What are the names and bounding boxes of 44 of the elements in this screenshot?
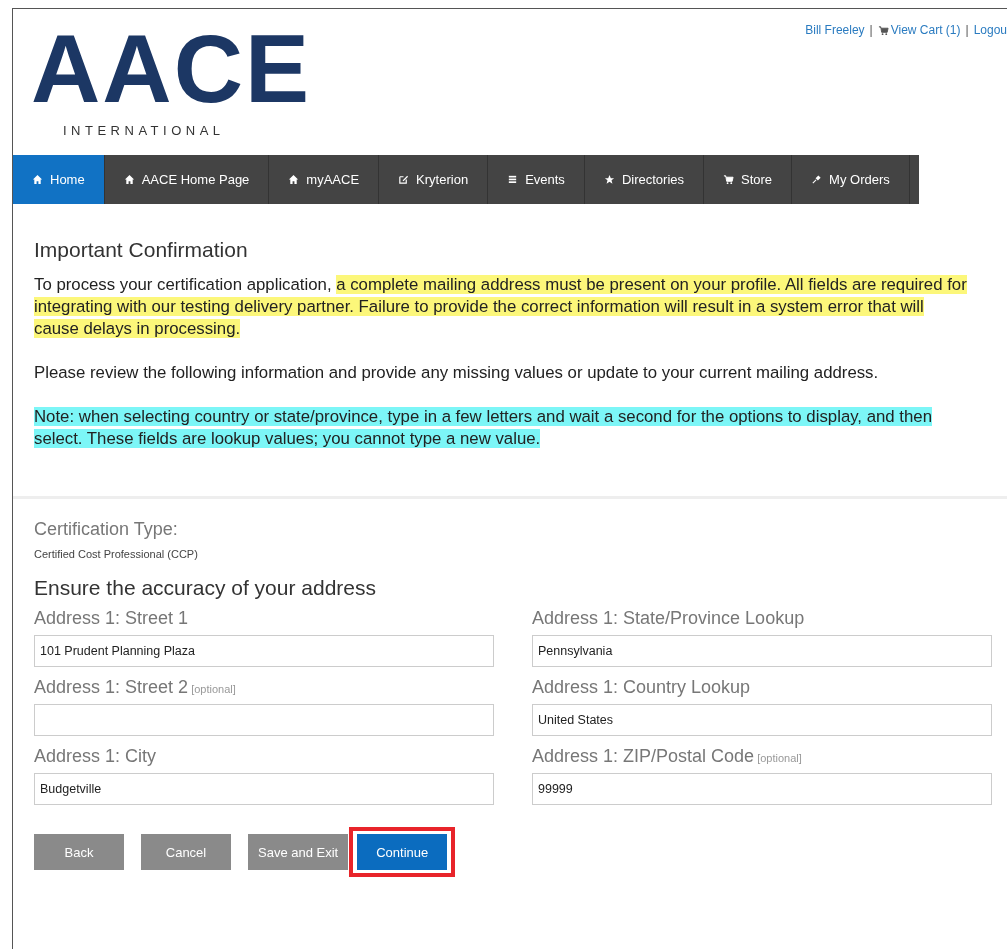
field-label: Address 1: Street 2 [optional]: [34, 677, 237, 698]
notice-paragraph: Please review the following information and provide any missing values or update to your current mailing address.: [34, 362, 880, 384]
field-label: Address 1: Street 1: [34, 608, 190, 629]
nav-tab[interactable]: Home: [13, 155, 105, 204]
pin-icon: [811, 174, 823, 185]
input-field[interactable]: 99999: [532, 773, 992, 805]
pencil-square-icon: [398, 174, 410, 185]
button[interactable]: Continue: [357, 834, 448, 870]
field-label: Address 1: ZIP/Postal Code [optional]: [532, 746, 803, 767]
list-icon: [507, 174, 519, 185]
input-field[interactable]: United States: [532, 704, 992, 736]
input-field[interactable]: Budgetville: [34, 773, 494, 805]
section-title: Important Confirmation: [34, 238, 249, 262]
input-field[interactable]: [34, 704, 494, 736]
field-label: Address 1: Country Lookup: [532, 677, 752, 698]
header-link[interactable]: Logou: [973, 23, 1007, 37]
nav-tab[interactable]: Store: [704, 155, 793, 204]
nav-tab[interactable]: Directories: [584, 155, 704, 204]
header-link[interactable]: Bill Freeley: [805, 23, 865, 37]
field-label: Address 1: City: [34, 746, 158, 767]
nav-tab[interactable]: My Orders: [792, 155, 910, 204]
notice-paragraph: Note: when selecting country or state/province, type in a few letters and wait a second for the options to display, and then select. These fields are lookup values; you cannot type a new value.: [34, 406, 934, 450]
certification-value: Certified Cost Professional (CCP): [34, 548, 199, 560]
nav-tab[interactable]: Events: [488, 155, 585, 204]
input-field[interactable]: Pennsylvania: [532, 635, 992, 667]
star-icon: [603, 174, 615, 185]
field-label: Certification Type:: [34, 519, 179, 540]
logo-subtitle: INTERNATIONAL: [63, 123, 226, 138]
cart-icon: [723, 174, 734, 185]
logo-wordmark: AACE: [31, 29, 311, 109]
nav-tab[interactable]: Kryterion: [379, 155, 489, 204]
separator: |: [869, 23, 873, 37]
house-icon: [32, 174, 43, 185]
notice-paragraph: To process your certification application, a complete mailing address must be present on your profile. All fields are required for integrating with our testing delivery partner. Failure to provide the correct information will result in a system error that will cause delays in processing.: [34, 274, 968, 340]
header-link[interactable]: View Cart (1): [877, 23, 961, 37]
field-label: Address 1: State/Province Lookup: [532, 608, 806, 629]
input-field[interactable]: 101 Prudent Planning Plaza: [34, 635, 494, 667]
nav-tab[interactable]: myAACE: [269, 155, 380, 204]
nav-tab[interactable]: AACE Home Page: [104, 155, 270, 204]
section-title: Ensure the accuracy of your address: [34, 576, 377, 600]
house-icon: [123, 174, 135, 185]
separator: |: [965, 23, 969, 37]
cart-icon: [877, 24, 889, 36]
house-icon: [288, 174, 300, 185]
